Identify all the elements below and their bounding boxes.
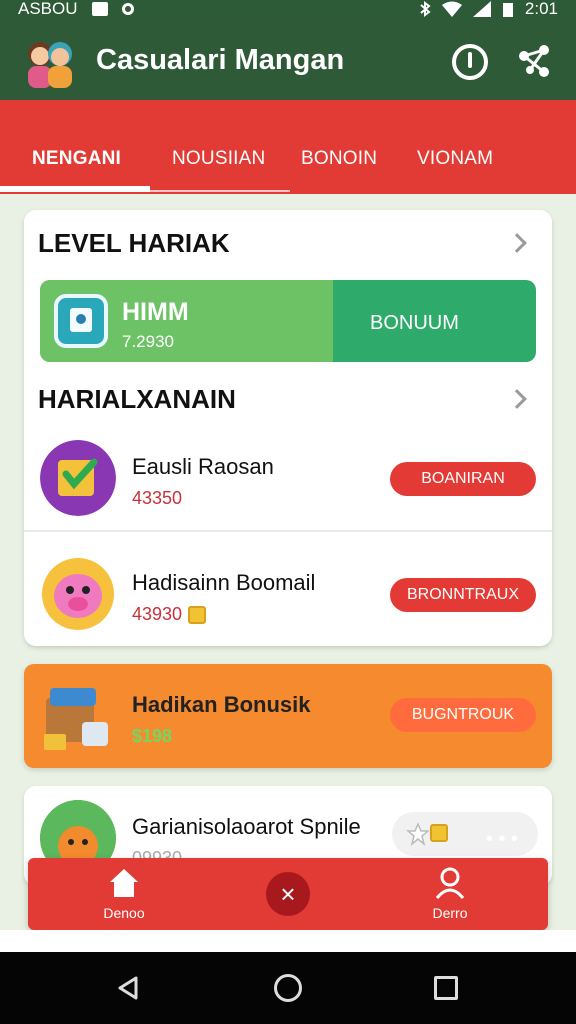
item-title: Garianisolaoarot Spnile — [132, 814, 361, 839]
item-title: Hadisainn Boomail — [132, 570, 316, 595]
status-carrier: ASBOU — [18, 0, 78, 18]
app-logo-icon — [28, 42, 72, 88]
list-item[interactable]: Hadisainn Boomail 43930 BRONNTRAUX — [24, 544, 552, 650]
tab-nengani[interactable]: NENGANI — [32, 148, 121, 170]
featured-bonus-card[interactable]: Hadikan Bonusik $198 BUGNTROUK — [24, 664, 552, 768]
star-icon — [406, 822, 430, 846]
tab-vionam[interactable]: VIONAM — [417, 148, 493, 170]
list-item[interactable]: Eausli Raosan 43350 BOANIRAN — [24, 428, 552, 534]
level-name: HIMM — [122, 298, 189, 326]
daily-section-title: HARIALXANAIN — [38, 384, 236, 414]
item-value-row: 43930 — [132, 604, 207, 625]
wifi-icon — [441, 1, 462, 17]
coin-icon — [188, 606, 207, 625]
pig-avatar-icon — [42, 558, 114, 630]
level-progress-bar[interactable]: HIMM 7.2930 BONUUM — [40, 280, 536, 362]
nav-item-profile[interactable]: Derro — [410, 866, 490, 921]
notification-icon — [91, 2, 108, 16]
back-icon[interactable] — [116, 976, 140, 1000]
app-title: Casualari Mangan — [96, 44, 345, 76]
nav-item-home[interactable]: Denoo — [84, 866, 164, 921]
item-claim-button[interactable]: BRONNTRAUX — [390, 578, 536, 612]
share-icon[interactable] — [514, 42, 554, 82]
featured-value: $198 — [132, 726, 173, 746]
tab-nousiian[interactable]: NOUSIIAN — [172, 148, 265, 170]
status-bar: ASBOU 2:01 — [0, 0, 576, 22]
treasure-chest-icon — [44, 688, 108, 750]
system-nav-bar — [0, 952, 576, 1024]
level-bonus-button[interactable]: BONUUM — [370, 312, 459, 335]
status-time: 2:01 — [524, 0, 558, 18]
coin-icon — [430, 824, 448, 842]
level-section-title: LEVEL HARIAK — [38, 228, 230, 258]
bluetooth-icon — [420, 1, 431, 17]
featured-claim-button[interactable]: BUGNTROUK — [390, 698, 536, 732]
bottom-nav: Denoo × Derro — [28, 858, 548, 930]
item-claim-button[interactable]: BOANIRAN — [390, 462, 536, 496]
home-icon — [110, 869, 138, 897]
item-value: 43350 — [132, 488, 183, 508]
daily-chevron-icon[interactable] — [507, 389, 527, 409]
divider — [24, 530, 552, 532]
bottom-spacer — [0, 930, 576, 952]
location-icon — [121, 3, 134, 15]
app-bar: Casualari Mangan — [0, 22, 576, 100]
level-badge-icon — [54, 294, 108, 348]
item-title: Eausli Raosan — [132, 454, 274, 479]
battery-icon — [502, 3, 513, 17]
reward-toggle[interactable]: • • • — [392, 812, 538, 856]
more-icon: • • • — [485, 828, 518, 850]
featured-title: Hadikan Bonusik — [132, 692, 311, 717]
tab-bar: NENGANI NOUSIIAN BONOIN VIONAM — [0, 100, 576, 194]
active-tab-indicator — [0, 186, 150, 192]
level-chevron-icon[interactable] — [507, 233, 527, 253]
level-value: 7.2930 — [122, 332, 174, 351]
recents-icon[interactable] — [434, 976, 458, 1000]
signal-icon — [472, 1, 491, 17]
power-icon[interactable] — [452, 44, 488, 80]
nav-label: Denoo — [103, 905, 145, 921]
item-value: 43930 — [132, 604, 183, 624]
task-avatar-icon — [40, 440, 116, 516]
nav-label: Derro — [432, 905, 468, 921]
tab-divider — [150, 190, 290, 192]
tab-bonoin[interactable]: BONOIN — [301, 148, 377, 170]
home-button-icon[interactable] — [274, 974, 302, 1002]
close-icon[interactable]: × — [266, 872, 310, 916]
user-icon — [435, 867, 465, 899]
main-card: LEVEL HARIAK HIMM 7.2930 BONUUM HARIALXA… — [24, 210, 552, 646]
